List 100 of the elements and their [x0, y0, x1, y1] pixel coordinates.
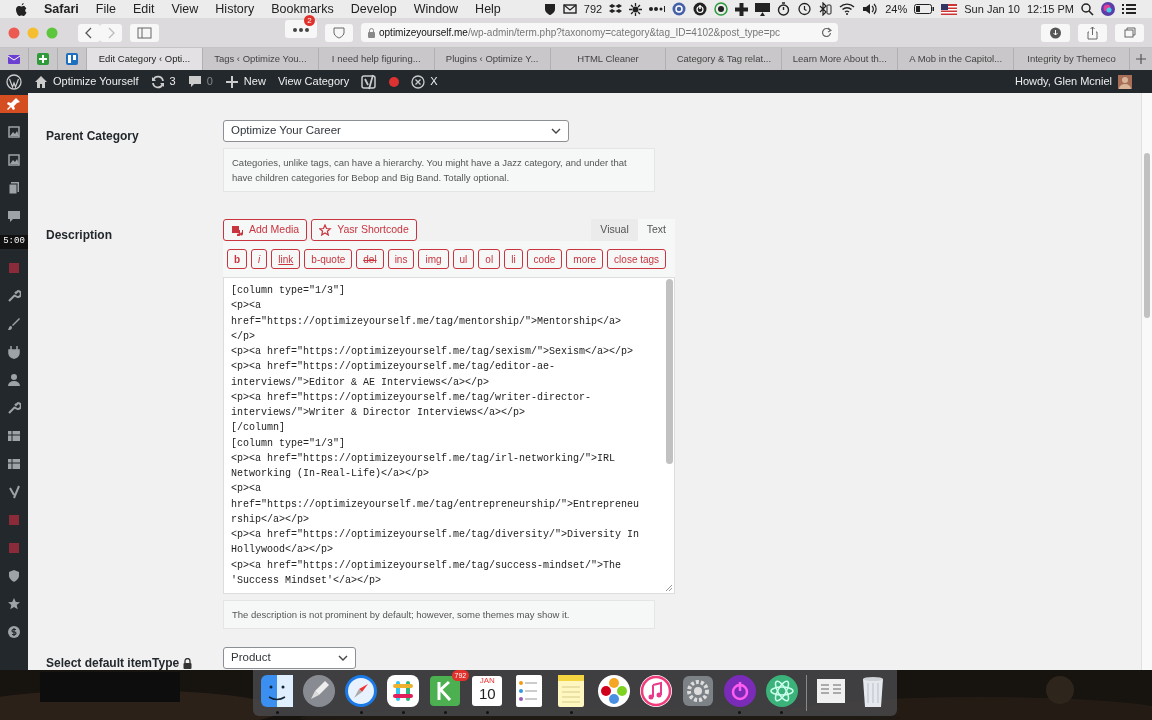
shield-icon[interactable]: [543, 2, 556, 16]
sidebar-menu-item[interactable]: [0, 95, 28, 113]
record-icon[interactable]: [714, 2, 729, 16]
field-label: Select default itemType: [46, 654, 193, 670]
wordpress-icon[interactable]: [6, 73, 22, 90]
browser-tab[interactable]: Edit Category ‹ Opti...: [87, 48, 203, 70]
power-icon[interactable]: [693, 2, 708, 16]
home-icon: [34, 74, 48, 89]
code-line: interviews/">Writer & Director Interviews</a></p>: [231, 406, 527, 420]
square-icon: [7, 541, 21, 555]
editor-tab[interactable]: Visual: [591, 219, 638, 241]
share-icon[interactable]: [1078, 23, 1107, 42]
flower-icon[interactable]: [595, 673, 632, 709]
grid-icon: [7, 457, 21, 471]
menu-item[interactable]: Develop: [350, 0, 397, 19]
code-line: </p>: [231, 329, 256, 344]
select-field[interactable]: Product: [223, 647, 356, 669]
comment-icon: [7, 209, 21, 223]
greeting-link[interactable]: Howdy, Glen Mcniel: [1015, 73, 1112, 90]
avatar-icon[interactable]: [1118, 74, 1132, 89]
hash-icon[interactable]: [385, 673, 422, 709]
comments-link[interactable]: 0: [187, 73, 213, 90]
site-link[interactable]: Optimize Yourself: [34, 73, 139, 90]
more-icon[interactable]: [285, 20, 317, 38]
menu-item[interactable]: Window: [413, 0, 459, 19]
bluetooth-icon[interactable]: [818, 2, 833, 16]
menu-date[interactable]: Sun Jan 10: [964, 0, 1020, 18]
code-line: href="https://optimizeyourself.me/tag/entrepreneurship/">Entrepreneu: [231, 497, 641, 512]
rocket-icon[interactable]: [301, 673, 338, 709]
plus-icon[interactable]: [735, 2, 749, 16]
menu-item[interactable]: File: [95, 0, 116, 19]
editor-tab[interactable]: Text: [637, 219, 675, 241]
menu-item[interactable]: Help: [475, 0, 501, 19]
music-icon[interactable]: [637, 673, 674, 709]
scrollbar-thumb[interactable]: [666, 279, 673, 464]
updates-link[interactable]: 3: [150, 73, 176, 90]
resize-handle-icon[interactable]: [665, 584, 673, 592]
display-icon[interactable]: [755, 2, 771, 16]
flag-icon[interactable]: [941, 3, 958, 15]
quicktag-button[interactable]: b-quote: [304, 249, 353, 269]
dots-icon[interactable]: [649, 6, 666, 12]
comment-icon: [187, 74, 202, 89]
timer-icon[interactable]: [777, 2, 791, 16]
address-bar[interactable]: optimizeyourself.me/wp-admin/term.php?taxonomy=category&tag_ID=4102&post_type=pc: [361, 23, 838, 42]
reload-icon[interactable]: [821, 27, 832, 38]
back-icon[interactable]: [78, 23, 100, 42]
star-icon: [319, 224, 333, 236]
quicktag-button[interactable]: del: [356, 249, 384, 269]
yoast-icon[interactable]: [361, 73, 378, 90]
select-field[interactable]: Optimize Your Career: [223, 120, 569, 142]
quicktag-button[interactable]: i: [251, 249, 268, 269]
shield-icon: [7, 569, 21, 583]
lock-icon: [183, 657, 193, 669]
scrollbar[interactable]: [1141, 93, 1152, 670]
view-category-link[interactable]: View Category: [277, 73, 350, 90]
wifi-icon[interactable]: [839, 3, 856, 15]
star-icon: [7, 597, 21, 611]
close-link[interactable]: X: [411, 73, 438, 90]
app-menu[interactable]: Safari: [44, 0, 79, 19]
menu-time[interactable]: 12:15 PM: [1026, 0, 1074, 18]
status-dot-icon[interactable]: [389, 76, 400, 87]
help-text: Categories, unlike tags, can have a hierarchy. You might have a Jazz category, and under that have children categories for Bebop and Big Band. Totally optional.: [223, 148, 655, 192]
quicktag-button[interactable]: li: [504, 249, 523, 269]
finder-icon[interactable]: [259, 673, 295, 709]
quicktag-button[interactable]: close tags: [607, 249, 667, 269]
pages-icon: [7, 181, 21, 195]
wrench-icon: [7, 401, 21, 415]
calendar-month: JAN: [479, 676, 495, 685]
quicktag-button[interactable]: ol: [478, 249, 501, 269]
add-media-button[interactable]: Add Media: [223, 219, 308, 241]
wrench-icon: [7, 289, 21, 303]
mail-icon[interactable]: [562, 4, 577, 14]
siri-icon[interactable]: [1101, 2, 1115, 16]
volume-icon[interactable]: [862, 3, 879, 15]
download-icon[interactable]: [1041, 23, 1070, 42]
code-line: <p><a href="https://optimizeyourself.me/tag/writer-director-: [231, 390, 593, 405]
clock-icon[interactable]: [797, 2, 812, 16]
quicktag-button[interactable]: ul: [452, 249, 475, 269]
menu-item[interactable]: View: [171, 0, 199, 19]
circle-icon[interactable]: [672, 2, 687, 16]
code-line: href="https://optimizeyourself.me/tag/mentorship/">Mentorship</a>: [231, 314, 623, 329]
menu-item[interactable]: History: [215, 0, 255, 19]
menu-item[interactable]: Edit: [132, 0, 155, 19]
quicktag-button[interactable]: more: [566, 249, 604, 269]
code-editor[interactable]: [223, 277, 675, 594]
search-icon[interactable]: [1081, 2, 1094, 16]
code-line: [/column]: [231, 421, 286, 436]
compass-icon[interactable]: [343, 673, 380, 709]
quicktag-button[interactable]: ins: [387, 249, 415, 269]
quicktag-button[interactable]: link: [271, 249, 301, 269]
quicktag-button[interactable]: img: [418, 249, 449, 269]
quicktag-button[interactable]: b: [227, 249, 248, 269]
new-link[interactable]: New: [224, 73, 266, 90]
battery-icon[interactable]: [914, 4, 935, 14]
quicktag-button[interactable]: code: [526, 249, 563, 269]
code-line: Hollywood</a></p>: [231, 543, 335, 558]
shortcode-button[interactable]: Yasr Shortcode: [311, 219, 417, 241]
sun-icon[interactable]: [629, 2, 643, 16]
list-icon[interactable]: [1122, 3, 1136, 15]
atom-icon[interactable]: [763, 673, 800, 709]
